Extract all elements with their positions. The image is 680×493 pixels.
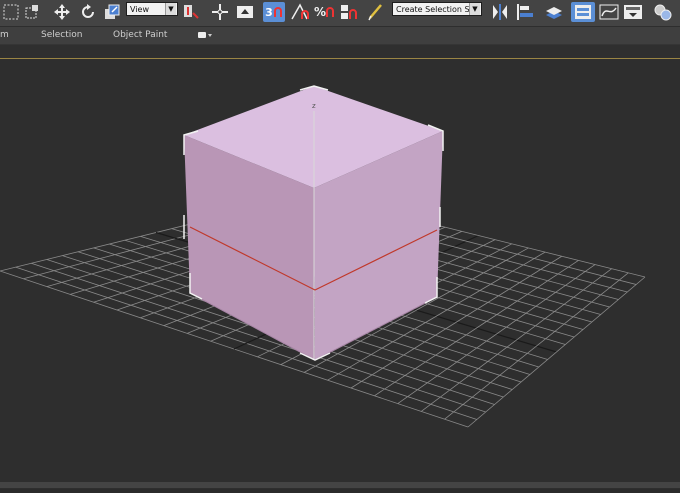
snap-dimension-label: 3 (265, 6, 273, 19)
named-selection-set-value: Create Selection Se (396, 5, 475, 14)
snaps-toggle-button[interactable]: 3 (263, 2, 285, 22)
mirror-icon[interactable] (490, 2, 510, 22)
main-toolbar: View ▼ 3 % Create Selection Se ▼ (0, 0, 680, 27)
schematic-view-icon[interactable] (622, 2, 644, 22)
select-manipulate-icon[interactable] (209, 2, 231, 22)
ribbon-tab-object-paint[interactable]: Object Paint (113, 29, 167, 42)
edit-named-selection-icon[interactable] (366, 2, 386, 22)
status-strip (0, 482, 680, 488)
viewport-canvas: z (0, 59, 680, 489)
angle-snap-icon[interactable] (289, 2, 311, 22)
grid-line (468, 277, 645, 427)
select-region-rectangle-icon[interactable] (2, 2, 20, 22)
reference-coordinate-dropdown[interactable]: View ▼ (126, 2, 178, 16)
scale-icon[interactable] (102, 2, 122, 22)
toggle-scene-explorer-icon[interactable] (571, 2, 595, 22)
curve-editor-icon[interactable] (598, 2, 620, 22)
ribbon-tab-modeling[interactable]: m (0, 29, 9, 42)
layer-manager-icon[interactable] (543, 2, 565, 22)
named-selection-set-dropdown[interactable]: Create Selection Se ▼ (392, 2, 482, 16)
ribbon-tab-selection[interactable]: Selection (41, 29, 82, 42)
ribbon-options-button[interactable] (198, 31, 212, 40)
rotate-icon[interactable] (78, 2, 98, 22)
spinner-snap-icon[interactable] (338, 2, 360, 22)
ribbon-bar: m Selection Object Paint (0, 27, 680, 45)
window-crossing-icon[interactable] (22, 2, 42, 22)
z-axis-label: z (312, 102, 316, 110)
chevron-down-icon: ▼ (165, 3, 176, 15)
pivot-center-icon[interactable] (181, 2, 201, 22)
keyboard-shortcut-override-icon[interactable] (235, 2, 255, 22)
move-icon[interactable] (52, 2, 72, 22)
reference-coordinate-value: View (130, 5, 149, 14)
material-editor-icon[interactable] (652, 2, 674, 22)
percent-snap-icon[interactable]: % (313, 2, 335, 22)
align-icon[interactable] (514, 2, 536, 22)
ribbon-separator (0, 45, 680, 58)
chevron-down-icon: ▼ (469, 3, 480, 15)
perspective-viewport[interactable]: z (0, 58, 680, 489)
